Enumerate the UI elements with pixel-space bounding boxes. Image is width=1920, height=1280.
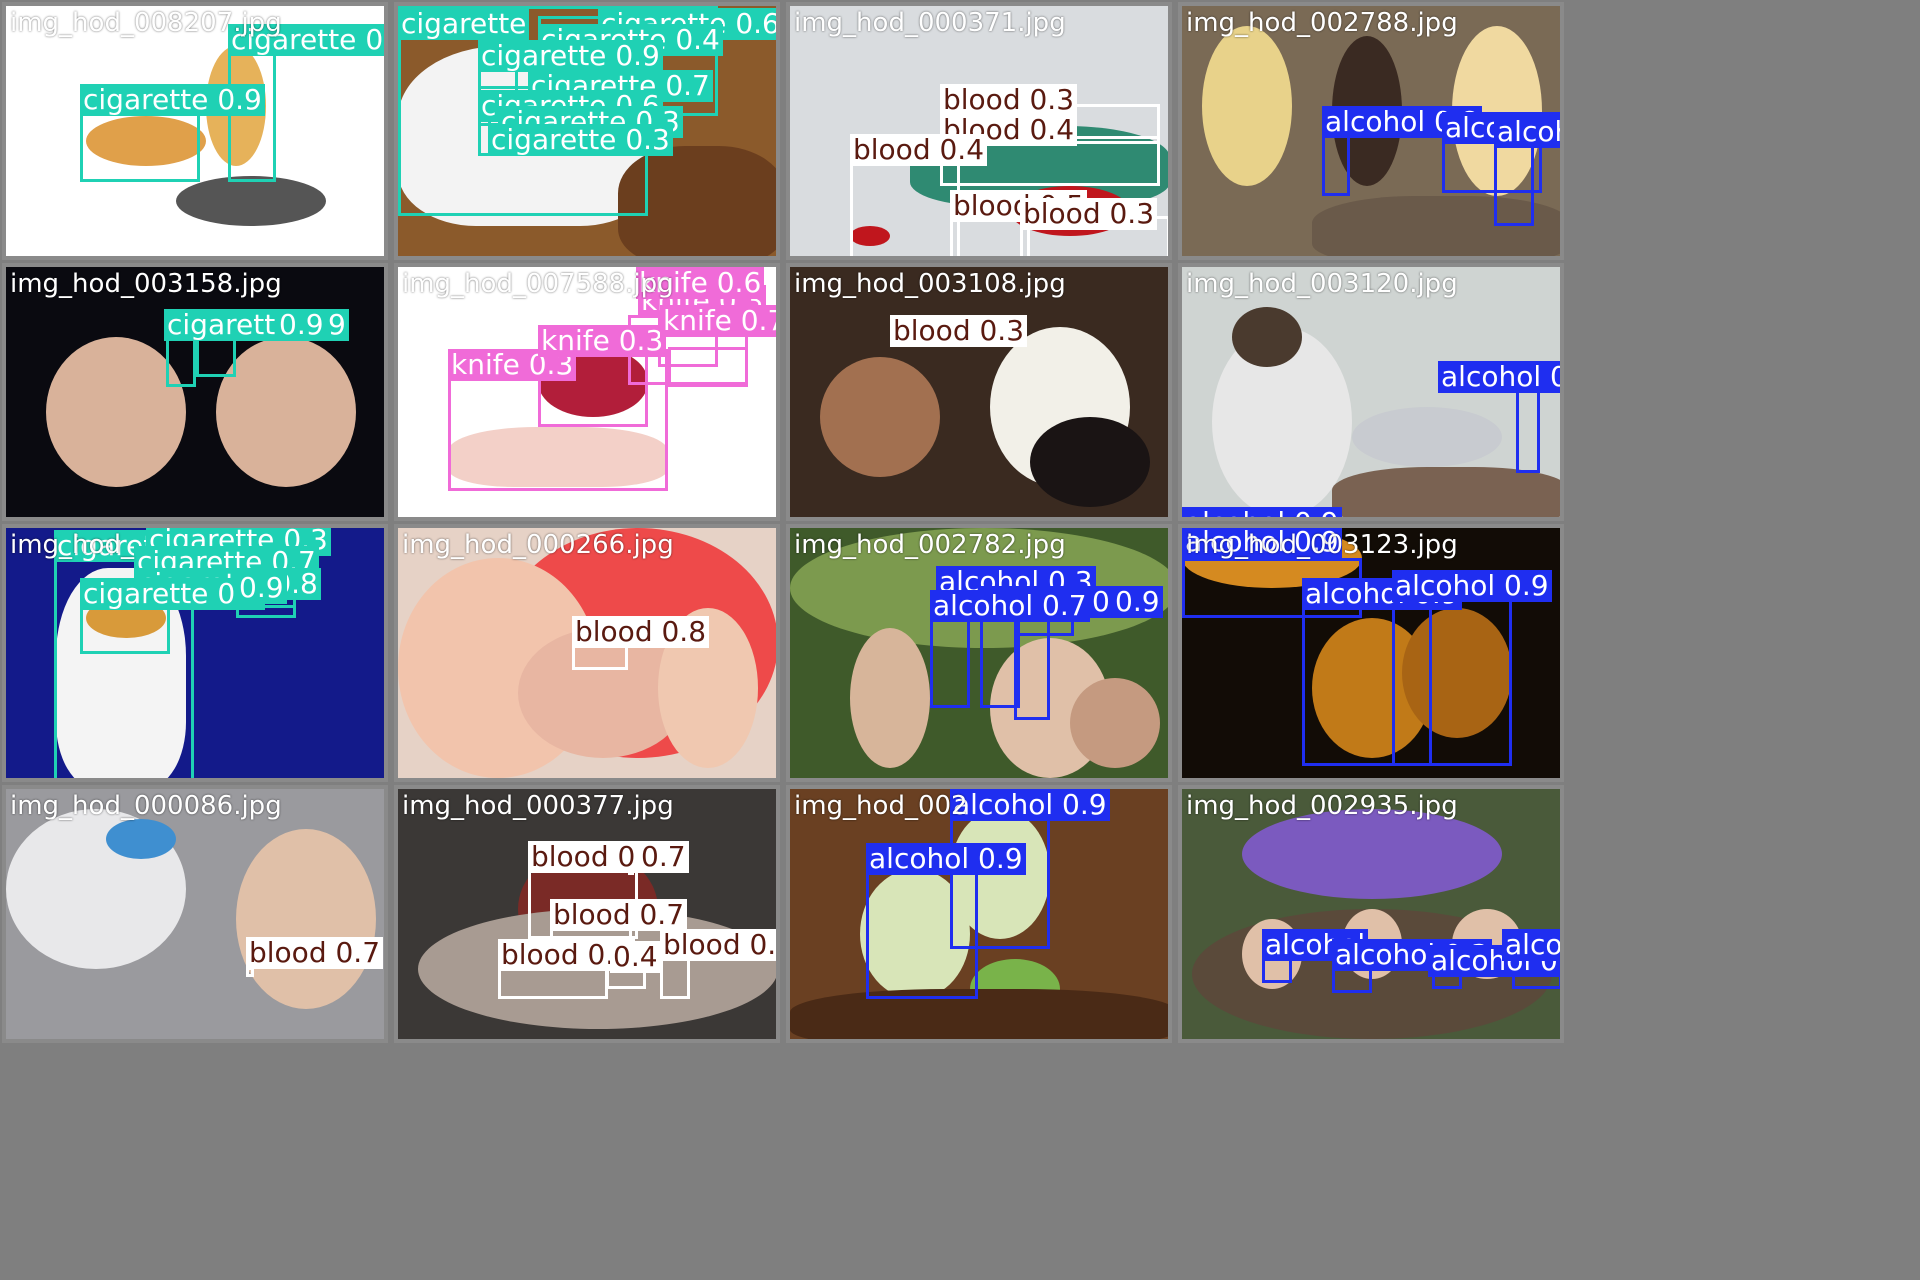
image-tile: img_hod_003108.jpgblood 0.3 <box>786 263 1172 521</box>
detection-box-alcohol <box>1392 598 1512 766</box>
detection-label-blood: blood 0.4 <box>850 134 988 166</box>
detection-grid: img_hod_008207.jpg cigarette 0.9 cigarette… <box>0 0 1920 1280</box>
image-filename: img_hod_000377.jpg <box>402 791 674 821</box>
detection-label-blood: blood 0.3 <box>1020 198 1158 230</box>
scene-shape <box>790 989 1168 1039</box>
image-filename: img_hod_003108.jpg <box>794 269 1066 299</box>
image-tile: img_hod_002935.jpg alcohol alcohol 0.3 alco… <box>1178 785 1564 1043</box>
detection-label-blood: 0.4 <box>610 941 661 973</box>
detection-box-alcohol <box>1516 389 1540 473</box>
detection-label-blood: blood 0.3 <box>890 315 1028 347</box>
detection-label-cigarette: cigarette 0.9 <box>478 40 663 72</box>
detection-label-knife: knife 0.7 <box>660 305 776 337</box>
image-tile: img_hod_000377.jpg blood 0.5 0.7 blood 0.7 b… <box>394 785 780 1043</box>
detection-label-alcohol: alcohol 0.8 <box>1438 361 1560 393</box>
image-filename: img_hod_000266.jpg <box>402 530 674 560</box>
image-filename: img_hod_000086.jpg <box>10 791 282 821</box>
detection-label-cigarette: cigarette <box>398 8 530 40</box>
detection-label-blood: blood 0.3 <box>940 84 1078 116</box>
scene-shape <box>1202 26 1292 186</box>
scene-shape <box>106 819 176 859</box>
detection-box-cigarette <box>196 337 236 377</box>
image-tile: img_hod_007588.jpg knife 0.3 knife 0.3 knif… <box>394 263 780 521</box>
image-tile: img_hod_003123.jpg alcohol 0.9 alcohol 0.9… <box>1178 524 1564 782</box>
image-filename: img_hod_002782.jpg <box>794 530 1066 560</box>
detection-label-alcohol: alcohol 0.9 <box>1182 507 1342 517</box>
detection-label-alcohol: alcohol 0.9 <box>1502 929 1560 961</box>
detection-label-alcohol: 0.9 <box>1112 586 1163 618</box>
detection-label-blood: blood 0.7 <box>246 937 384 969</box>
scene-shape <box>1352 407 1502 467</box>
detection-box-alcohol <box>1494 136 1534 226</box>
scene-shape <box>820 357 940 477</box>
detection-label-alcohol: alcohol 0.9 <box>1392 570 1552 602</box>
detection-label-blood: blood 0.7 <box>550 899 688 931</box>
image-tile: img_hod_000086.jpgblood 0.7 <box>2 785 388 1043</box>
detection-box-cigarette <box>228 52 276 182</box>
scene-shape <box>1030 417 1150 507</box>
image-tile: img_hod_008207.jpg cigarette 0.9 cigarette… <box>2 2 388 260</box>
image-tile: img_hod_000266.jpgblood 0.8 <box>394 524 780 782</box>
image-tile: img_hod_002 alcohol 0.9 alcohol 0.9 <box>786 785 1172 1043</box>
image-filename: img_hod_002 <box>794 791 968 821</box>
detection-box-cigarette <box>80 112 200 182</box>
detection-box-blood <box>850 156 960 256</box>
detection-label-alcohol: alcohol 0.9 <box>950 789 1110 821</box>
detection-label-alcohol: alcohol 0.7 <box>930 590 1090 622</box>
image-filename: img_hod_ <box>10 530 134 560</box>
image-tile: img_hod_003158.jpg cigarette 0.9 0.9 <box>2 263 388 521</box>
scene-shape <box>1070 678 1160 768</box>
detection-label-blood: blood 0.8 <box>572 616 710 648</box>
image-filename: img_hod_002788.jpg <box>1186 8 1458 38</box>
scene-shape <box>850 628 930 768</box>
image-filename: img_hod_003123.jpg <box>1186 530 1458 560</box>
image-filename: img_hod_008207.jpg <box>10 8 282 38</box>
detection-label-blood: 0.7 <box>638 841 689 873</box>
detection-label-cigarette: cigarette 0.9 <box>80 84 265 116</box>
detection-label-alcohol: alcohol 0.9 <box>866 843 1026 875</box>
scene-shape <box>46 337 186 487</box>
image-tile: cigarettecigarette 0.6cigarette 0.4cigar… <box>394 2 780 260</box>
detection-box-cigarette <box>166 337 196 387</box>
image-tile: img_hod_ cigarette cigarette 0.3 cigarette … <box>2 524 388 782</box>
image-tile: img_hod_002782.jpgalcohol 0.3alcohol 0.3… <box>786 524 1172 782</box>
detection-label-knife: knife 0.3 <box>538 325 667 357</box>
image-tile: img_hod_002788.jpgalcohol 0.8alcohol 0.8… <box>1178 2 1564 260</box>
detection-label-cigarette: 0.9 <box>236 572 287 604</box>
scene-shape <box>1232 307 1302 367</box>
detection-box-alcohol <box>866 869 978 999</box>
detection-label-cigarette: cigarette 0.3 <box>488 124 673 156</box>
scene-shape <box>236 829 376 1009</box>
scene-shape <box>176 176 326 226</box>
image-filename: img_hod_002935.jpg <box>1186 791 1458 821</box>
scene-shape <box>1242 809 1502 899</box>
detection-label-alcohol: alcohol 0.8 <box>1494 116 1560 148</box>
image-filename: img_hod_000371.jpg <box>794 8 1066 38</box>
scene-shape <box>1332 467 1560 517</box>
image-filename: img_hod_007588.jpg <box>402 269 674 299</box>
detection-label-blood: blood 0.4 <box>660 929 776 961</box>
image-filename: img_hod_003158.jpg <box>10 269 282 299</box>
scene-shape <box>216 337 356 487</box>
detection-label-cigarette: 0.9 <box>276 309 327 341</box>
image-tile: img_hod_000371.jpgblood 0.3 blood 0.4 bloo… <box>786 2 1172 260</box>
image-filename: img_hod_003120.jpg <box>1186 269 1458 299</box>
image-tile: img_hod_003120.jpgalcohol 0.8 alcohol 0.9 <box>1178 263 1564 521</box>
